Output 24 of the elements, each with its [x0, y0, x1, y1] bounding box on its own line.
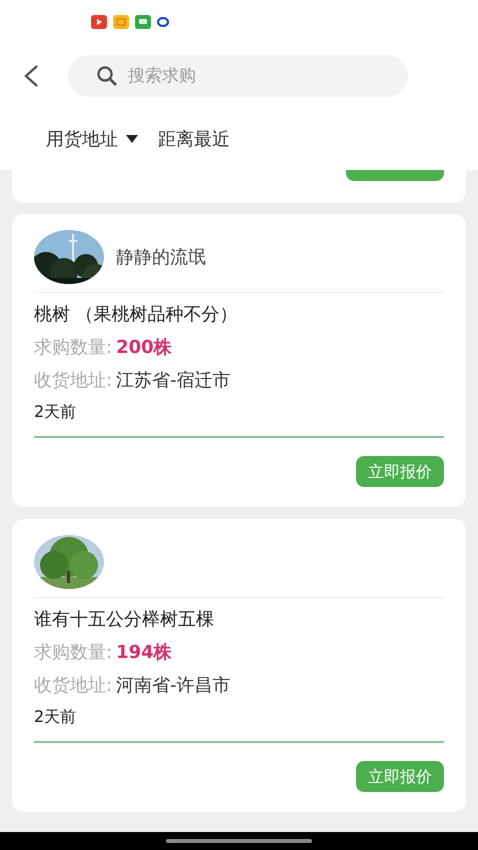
- address-value: 河南省-许昌市: [116, 674, 231, 698]
- search-icon: [96, 65, 118, 87]
- post-time: 2天前: [34, 706, 78, 728]
- post-time: 2天前: [34, 401, 78, 423]
- quantity-label: 求购数量:: [34, 336, 112, 360]
- quantity-value: 194株: [116, 641, 172, 665]
- mail-app-icon: [113, 15, 129, 29]
- chat-app-icon: [135, 15, 151, 29]
- address-label: 收货地址:: [34, 674, 112, 698]
- video-app-icon: [91, 15, 107, 29]
- quantity-label: 求购数量:: [34, 641, 112, 665]
- search-field[interactable]: 搜索求购: [68, 55, 408, 97]
- filter-button[interactable]: 用货地址: [46, 126, 138, 152]
- post-title: 谁有十五公分榉树五棵: [34, 608, 215, 632]
- address-value: 江苏省-宿迁市: [116, 369, 231, 393]
- post-card[interactable]: 静静的流氓 桃树 （果桃树品种不分） 求购数量: 200株 收货地址: 江苏省-宿迁市 2天前 立即报价: [12, 214, 466, 507]
- user-name: 静静的流氓: [116, 246, 206, 270]
- address-label: 收货地址:: [34, 369, 112, 393]
- ring-icon: [157, 17, 169, 27]
- post-title: 桃树 （果桃树品种不分）: [34, 303, 239, 327]
- post-card[interactable]: 谁有十五公分榉树五棵 求购数量: 194株 收货地址: 河南省-许昌市 2天前 立即报价: [12, 519, 466, 812]
- quantity-value: 200株: [116, 336, 172, 360]
- back-icon[interactable]: [22, 64, 40, 88]
- filter-button[interactable]: 距离最近: [158, 126, 230, 152]
